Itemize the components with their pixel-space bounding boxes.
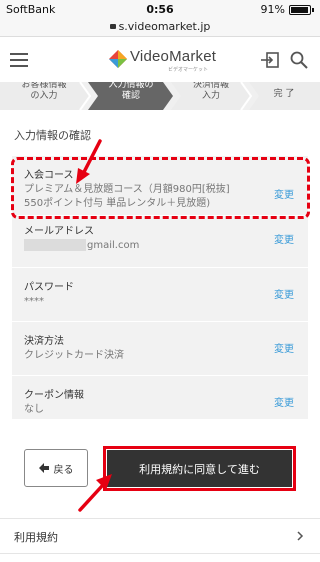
site-header: VideoMarket ビデオマーケット	[0, 37, 320, 82]
agree-and-continue-button[interactable]: 利用規約に同意して進む	[107, 450, 292, 487]
step-complete: 完 了	[273, 89, 295, 99]
url-bar[interactable]: s.videomarket.jp	[0, 20, 320, 37]
step-customer-info: お客様情報 の入力	[21, 82, 67, 101]
site-logo[interactable]: VideoMarket ビデオマーケット	[108, 47, 228, 75]
password-row: パスワード **** 変更	[12, 268, 308, 322]
payment-label: 決済方法	[24, 336, 64, 347]
terms-link[interactable]: 利用規約	[0, 518, 320, 554]
payment-change-link[interactable]: 変更	[274, 340, 294, 355]
chevron-right-icon	[297, 531, 304, 541]
logo-mark-icon	[109, 50, 127, 68]
password-value: ****	[24, 296, 44, 307]
checkout-steps: お客様情報 の入力 入力情報の 確認 決済情報 入力 完 了	[0, 82, 320, 110]
battery-icon	[289, 4, 311, 15]
course-highlight-box	[11, 157, 310, 219]
agree-button-label: 利用規約に同意して進む	[139, 462, 260, 476]
terms-label: 利用規約	[14, 531, 58, 544]
redacted-email	[24, 239, 86, 251]
coupon-label: クーポン情報	[24, 390, 84, 401]
logo-text: VideoMarket	[130, 48, 217, 65]
annotation-arrow-icon-2	[78, 474, 112, 512]
battery-percent: 91%	[260, 3, 285, 16]
coupon-row: クーポン情報 なし 変更	[12, 376, 308, 422]
back-button-label: 戻る	[53, 464, 74, 476]
url-text: s.videomarket.jp	[118, 20, 211, 33]
email-value: gmail.com	[24, 239, 139, 253]
password-label: パスワード	[24, 282, 74, 293]
login-icon[interactable]	[261, 52, 279, 68]
email-label: メールアドレス	[24, 226, 94, 237]
logo-subtext: ビデオマーケット	[168, 67, 209, 73]
status-right: 91%	[261, 3, 314, 16]
search-icon[interactable]	[290, 51, 308, 69]
email-change-link[interactable]: 変更	[274, 231, 294, 246]
password-change-link[interactable]: 変更	[274, 286, 294, 301]
coupon-change-link[interactable]: 変更	[274, 394, 294, 409]
payment-row: 決済方法 クレジットカード決済 変更	[12, 322, 308, 376]
menu-icon[interactable]	[10, 53, 28, 67]
payment-value: クレジットカード決済	[24, 350, 124, 361]
step-confirm: 入力情報の 確認	[108, 82, 154, 101]
arrow-left-icon	[38, 463, 49, 473]
email-row: メールアドレス gmail.com 変更	[12, 216, 308, 268]
status-bar: SoftBank 0:56 91%	[0, 0, 320, 20]
lock-icon	[109, 24, 116, 29]
annotation-arrow-icon	[76, 139, 102, 184]
step-payment: 決済情報 入力	[192, 82, 229, 101]
coupon-value: なし	[24, 404, 44, 415]
